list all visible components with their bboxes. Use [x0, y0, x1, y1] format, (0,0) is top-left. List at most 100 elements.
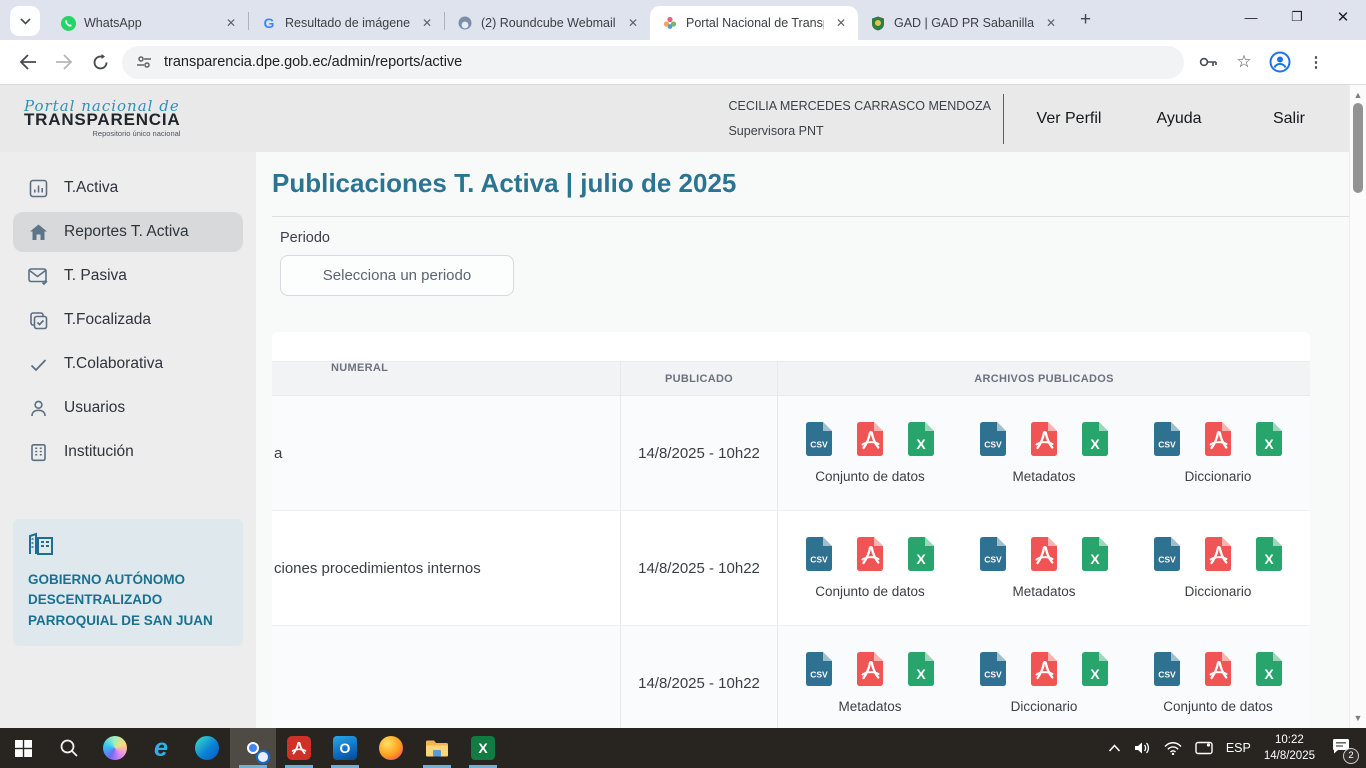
xls-file-icon[interactable]: X — [1082, 652, 1108, 686]
period-select[interactable]: Selecciona un periodo — [280, 255, 514, 296]
tab-gad-sabanilla[interactable]: GAD | GAD PR Sabanilla | ✕ — [858, 6, 1068, 40]
csv-file-icon[interactable]: CSV — [1154, 652, 1180, 686]
sidebar-item-usuarios[interactable]: Usuarios — [13, 388, 243, 428]
pdf-file-icon[interactable] — [1031, 422, 1057, 456]
forward-button[interactable] — [46, 44, 82, 80]
acrobat-icon — [287, 736, 311, 760]
salir-link[interactable]: Salir — [1234, 110, 1344, 128]
url-text[interactable]: transparencia.dpe.gob.ec/admin/reports/a… — [164, 54, 462, 70]
taskbar-excel-button[interactable]: X — [460, 728, 506, 768]
scrollbar-up-arrow[interactable]: ▲ — [1350, 90, 1366, 100]
table-header-row: NUMERAL PUBLICADO ARCHIVOS PUBLICADOS — [272, 361, 1310, 396]
pdf-file-icon[interactable] — [1031, 537, 1057, 571]
pdf-file-icon[interactable] — [1205, 422, 1231, 456]
taskbar-chrome-button[interactable] — [230, 728, 276, 768]
password-key-icon[interactable] — [1192, 46, 1224, 78]
sidebar-item-t-colaborativa[interactable]: T.Colaborativa — [13, 344, 243, 384]
back-button[interactable] — [10, 44, 46, 80]
tab-close-icon[interactable]: ✕ — [418, 16, 436, 30]
sidebar-item-t-pasiva[interactable]: T. Pasiva — [13, 256, 243, 296]
menu-kebab-icon[interactable]: ⋮ — [1300, 46, 1332, 78]
minimize-button[interactable]: — — [1228, 0, 1274, 34]
chrome-profile-badge — [256, 750, 270, 764]
xls-file-icon[interactable]: X — [908, 422, 934, 456]
ver-perfil-link[interactable]: Ver Perfil — [1014, 110, 1124, 128]
scrollbar-thumb[interactable] — [1353, 103, 1363, 193]
svg-text:CSV: CSV — [984, 670, 1002, 680]
csv-file-icon[interactable]: CSV — [980, 422, 1006, 456]
tab-close-icon[interactable]: ✕ — [1042, 16, 1060, 30]
maximize-button[interactable]: ❐ — [1274, 0, 1320, 34]
numeral-cell: a — [272, 396, 620, 510]
sidebar-item-institucion[interactable]: Institución — [13, 432, 243, 472]
sidebar-item-label: T.Colaborativa — [64, 355, 163, 373]
address-bar[interactable]: transparencia.dpe.gob.ec/admin/reports/a… — [122, 46, 1184, 79]
pdf-file-icon[interactable] — [857, 537, 883, 571]
xls-file-icon[interactable]: X — [1082, 537, 1108, 571]
sidebar-item-label: T.Activa — [64, 179, 118, 197]
tab-google-images[interactable]: G Resultado de imágenes de G ✕ — [249, 6, 444, 40]
tab-portal-transparencia[interactable]: Portal Nacional de Transpare ✕ — [650, 6, 858, 40]
taskbar-outlook-button[interactable]: O — [322, 728, 368, 768]
taskbar-search-button[interactable] — [46, 728, 92, 768]
page-scrollbar[interactable]: ▲ ▼ — [1349, 85, 1366, 728]
xls-file-icon[interactable]: X — [908, 537, 934, 571]
taskbar-edge-button[interactable] — [184, 728, 230, 768]
profile-avatar-icon[interactable] — [1264, 46, 1296, 78]
notifications-button[interactable]: 2 — [1332, 738, 1350, 759]
tab-close-icon[interactable]: ✕ — [222, 16, 240, 30]
xls-file-icon[interactable]: X — [908, 652, 934, 686]
sidebar-item-reportes-t-activa[interactable]: Reportes T. Activa — [13, 212, 243, 252]
tab-search-button[interactable] — [10, 6, 40, 36]
ayuda-link[interactable]: Ayuda — [1124, 110, 1234, 128]
wifi-icon[interactable] — [1164, 742, 1182, 755]
xls-file-icon[interactable]: X — [1256, 422, 1282, 456]
tray-chevron-icon[interactable] — [1108, 744, 1121, 752]
reload-button[interactable] — [82, 44, 118, 80]
sidebar-item-t-activa[interactable]: T.Activa — [13, 168, 243, 208]
xls-file-icon[interactable]: X — [1256, 652, 1282, 686]
pdf-file-icon[interactable] — [1205, 537, 1231, 571]
table-row: ciones procedimientos internos 14/8/2025… — [272, 511, 1310, 626]
csv-file-icon[interactable]: CSV — [806, 652, 832, 686]
csv-file-icon[interactable]: CSV — [806, 422, 832, 456]
xls-file-icon[interactable]: X — [1256, 537, 1282, 571]
taskbar-firefox-button[interactable] — [368, 728, 414, 768]
pdf-file-icon[interactable] — [857, 422, 883, 456]
sidebar-item-label: T. Pasiva — [64, 267, 127, 285]
tab-close-icon[interactable]: ✕ — [624, 16, 642, 30]
clock[interactable]: 10:22 14/8/2025 — [1264, 732, 1315, 764]
sidebar-item-t-focalizada[interactable]: T.Focalizada — [13, 300, 243, 340]
close-button[interactable]: ✕ — [1320, 0, 1366, 34]
time-text: 10:22 — [1264, 732, 1315, 748]
start-button[interactable] — [0, 728, 46, 768]
tab-close-icon[interactable]: ✕ — [832, 16, 850, 30]
tab-roundcube[interactable]: (2) Roundcube Webmail :: En ✕ — [445, 6, 650, 40]
whatsapp-icon — [60, 15, 76, 31]
taskbar-acrobat-button[interactable] — [276, 728, 322, 768]
tab-whatsapp[interactable]: WhatsApp ✕ — [48, 6, 248, 40]
sidebar-item-label: T.Focalizada — [64, 311, 151, 329]
language-indicator[interactable]: ESP — [1226, 741, 1251, 755]
table-card-top — [272, 332, 1310, 361]
csv-file-icon[interactable]: CSV — [1154, 537, 1180, 571]
taskbar-internet-explorer-button[interactable]: e — [138, 728, 184, 768]
xls-file-icon[interactable]: X — [1082, 422, 1108, 456]
csv-file-icon[interactable]: CSV — [980, 652, 1006, 686]
scrollbar-down-arrow[interactable]: ▼ — [1350, 713, 1366, 723]
pdf-file-icon[interactable] — [1031, 652, 1057, 686]
csv-file-icon[interactable]: CSV — [1154, 422, 1180, 456]
pdf-file-icon[interactable] — [857, 652, 883, 686]
taskbar-explorer-button[interactable] — [414, 728, 460, 768]
volume-icon[interactable] — [1134, 741, 1151, 755]
institution-card[interactable]: GOBIERNO AUTÓNOMO DESCENTRALIZADO PARROQ… — [13, 519, 243, 646]
taskbar-copilot-button[interactable] — [92, 728, 138, 768]
csv-file-icon[interactable]: CSV — [980, 537, 1006, 571]
pdf-file-icon[interactable] — [1205, 652, 1231, 686]
file-explorer-icon — [425, 739, 449, 758]
new-tab-button[interactable]: + — [1080, 9, 1091, 31]
bookmark-star-icon[interactable]: ☆ — [1228, 46, 1260, 78]
csv-file-icon[interactable]: CSV — [806, 537, 832, 571]
sidebar-item-label: Reportes T. Activa — [64, 223, 189, 241]
display-connect-icon[interactable] — [1195, 741, 1213, 755]
